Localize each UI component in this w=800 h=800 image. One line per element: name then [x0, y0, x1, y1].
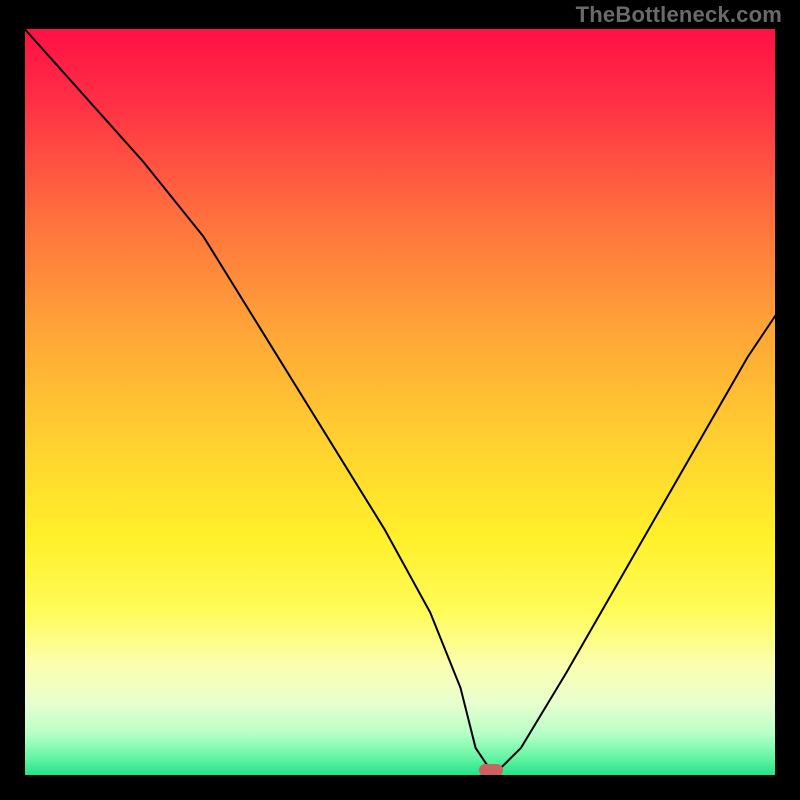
plot-area	[22, 26, 778, 778]
bottleneck-marker	[479, 764, 503, 776]
watermark-text: TheBottleneck.com	[576, 2, 782, 28]
chart-stage: TheBottleneck.com	[0, 0, 800, 800]
bottleneck-curve	[22, 26, 778, 778]
